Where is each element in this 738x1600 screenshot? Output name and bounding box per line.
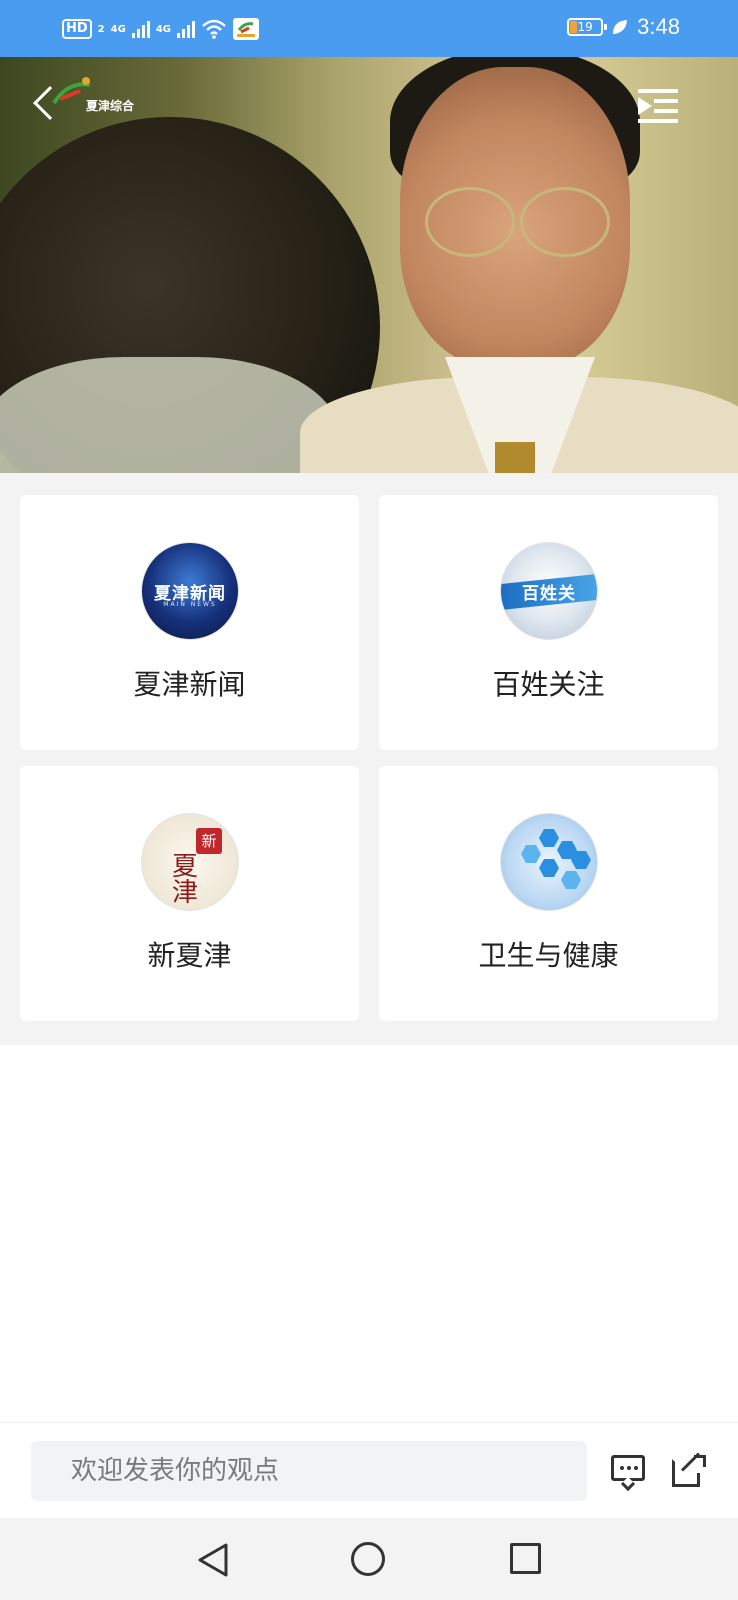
comment-bar [0, 1422, 738, 1518]
leaf-icon [613, 20, 628, 34]
home-circle-icon[interactable] [351, 1542, 385, 1576]
channel-name: 夏津综合 [86, 99, 135, 113]
network-type-2: 4G [155, 23, 171, 35]
share-icon[interactable] [672, 1452, 708, 1489]
status-left: HD 2 4G 4G [62, 16, 259, 42]
program-grid: 夏津新闻 MAIN NEWS 夏津新闻 百姓关 百姓关注 新 夏 津 新夏津 卫… [0, 473, 738, 1045]
app-notification-icon [232, 18, 259, 40]
program-thumbnail: 夏津新闻 MAIN NEWS [141, 542, 239, 640]
clock: 3:48 [637, 14, 680, 39]
program-label: 百姓关注 [492, 668, 605, 701]
comment-icon[interactable] [611, 1455, 647, 1492]
status-bar: HD 2 4G 4G 19 3:48 [0, 0, 738, 57]
video-player[interactable]: 夏津综合 [0, 57, 738, 473]
program-label: 新夏津 [147, 939, 232, 972]
program-card-health[interactable]: 卫生与健康 [379, 766, 718, 1021]
program-label: 夏津新闻 [133, 668, 246, 701]
recents-square-icon[interactable] [510, 1543, 541, 1574]
status-right: 19 3:48 [567, 14, 680, 40]
program-card-baixing-guanzhu[interactable]: 百姓关 百姓关注 [379, 495, 718, 750]
system-nav-bar [0, 1518, 738, 1600]
battery-icon: 19 [567, 18, 608, 36]
sim-index: 2 [97, 23, 105, 35]
network-type-1: 4G [110, 23, 126, 35]
wifi-icon [202, 19, 226, 39]
comment-box[interactable] [31, 1441, 587, 1501]
battery-level: 19 [577, 20, 593, 34]
signal-icon [131, 20, 150, 38]
hd-badge: HD [62, 19, 92, 39]
program-card-xin-xiajin[interactable]: 新 夏 津 新夏津 [20, 766, 359, 1021]
program-card-xiajin-news[interactable]: 夏津新闻 MAIN NEWS 夏津新闻 [20, 495, 359, 750]
program-label: 卫生与健康 [478, 939, 619, 972]
program-thumbnail: 新 夏 津 [141, 813, 239, 911]
playlist-icon[interactable] [638, 89, 678, 123]
back-triangle-icon[interactable] [196, 1542, 230, 1578]
signal-icon-2 [176, 20, 195, 38]
program-thumbnail: 百姓关 [500, 542, 598, 640]
comment-input[interactable] [31, 1441, 587, 1501]
program-thumbnail [500, 813, 598, 911]
